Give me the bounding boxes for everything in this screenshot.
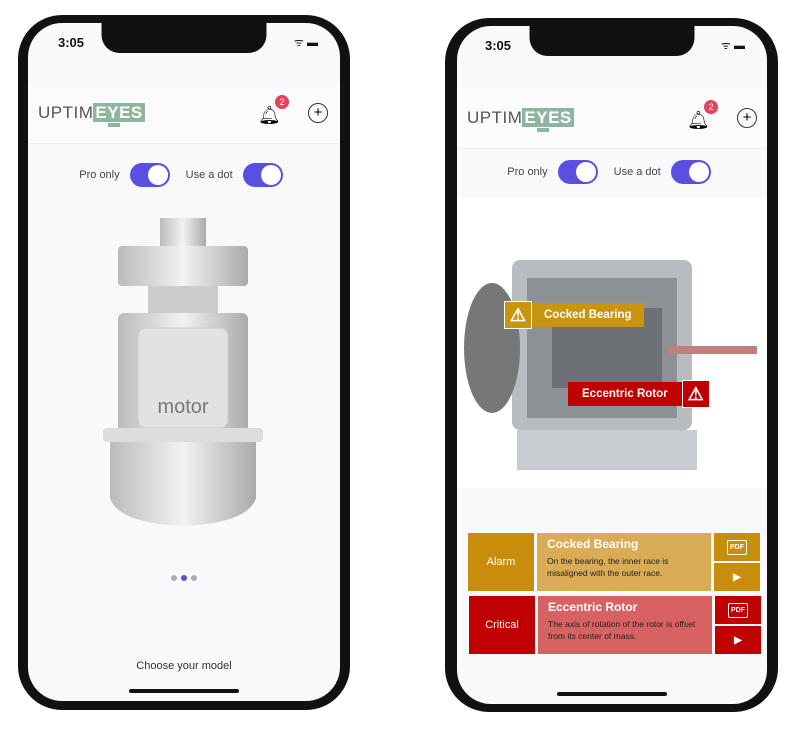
motor-view[interactable]: ⚠ Cocked Bearing Eccentric Rotor ⚠ <box>457 198 767 488</box>
fault-description: Eccentric Rotor The axis of rotation of … <box>538 596 712 654</box>
home-indicator[interactable] <box>557 692 667 696</box>
severity-badge: Critical <box>469 596 535 654</box>
use-dot-toggle[interactable] <box>670 160 711 184</box>
use-dot-label: Use a dot <box>613 166 661 178</box>
add-icon[interactable]: + <box>308 103 328 123</box>
header: UPTIM EYES 🔔︎ 2 + <box>28 83 340 144</box>
notch <box>101 23 267 53</box>
toggle-bar: Pro only Use a dot <box>457 160 767 184</box>
bell-icon[interactable]: 🔔︎ <box>258 105 281 126</box>
fault-title: Eccentric Rotor <box>548 600 638 614</box>
bell-icon[interactable]: 🔔︎ <box>687 110 710 131</box>
notification-badge: 2 <box>704 100 718 114</box>
choose-model-label: Choose your model <box>136 660 232 672</box>
screen: 3:05 ᯤ ▬ UPTIM EYES 🔔︎ 2 + Pro only Use a… <box>28 23 340 701</box>
fault-row[interactable]: Critical Eccentric Rotor The axis of rot… <box>469 596 761 654</box>
video-icon[interactable]: ▶ <box>714 563 760 591</box>
motor-cutaway-image <box>464 260 757 470</box>
fault-title: Cocked Bearing <box>547 537 639 551</box>
notch <box>529 26 695 56</box>
status-icons: ᯤ ▬ <box>720 40 745 52</box>
pro-only-label: Pro only <box>507 166 548 178</box>
video-icon[interactable]: ▶ <box>715 626 761 654</box>
pro-only-toggle[interactable] <box>129 163 170 187</box>
notification-badge: 2 <box>275 95 289 109</box>
fault-row[interactable]: Alarm Cocked Bearing On the bearing, the… <box>468 533 760 591</box>
motor-model-image[interactable]: motor <box>98 218 268 538</box>
add-icon[interactable]: + <box>737 108 757 128</box>
severity-badge: Alarm <box>468 533 534 591</box>
fault-text: On the bearing, the inner race is misali… <box>547 556 669 578</box>
overlay-cocked-bearing[interactable]: ⚠ Cocked Bearing <box>504 301 644 329</box>
overlay-label: Cocked Bearing <box>532 303 644 327</box>
use-dot-toggle[interactable] <box>242 163 283 187</box>
warning-icon: ⚠ <box>681 380 710 408</box>
overlay-eccentric-rotor[interactable]: Eccentric Rotor ⚠ <box>568 380 710 408</box>
status-icons: ᯤ ▬ <box>293 37 318 49</box>
warning-icon: ⚠ <box>504 301 532 329</box>
status-time: 3:05 <box>485 38 512 53</box>
header: UPTIM EYES 🔔︎ 2 + <box>457 88 767 149</box>
logo: UPTIM EYES <box>467 108 574 132</box>
pdf-icon[interactable]: PDF <box>715 596 761 624</box>
home-indicator[interactable] <box>129 689 239 693</box>
status-time: 3:05 <box>58 35 85 50</box>
fault-text: The axis of rotation of the rotor is off… <box>548 619 696 641</box>
use-dot-label: Use a dot <box>185 169 233 181</box>
screen: 3:05 ᯤ ▬ UPTIM EYES 🔔︎ 2 + Pro only Use a… <box>457 26 767 704</box>
phone-left: 3:05 ᯤ ▬ UPTIM EYES 🔔︎ 2 + Pro only Use a… <box>18 15 350 710</box>
pro-only-toggle[interactable] <box>557 160 598 184</box>
pro-only-label: Pro only <box>79 169 120 181</box>
toggle-bar: Pro only Use a dot <box>28 163 340 187</box>
pager-dots[interactable] <box>28 568 340 586</box>
logo: UPTIM EYES <box>38 103 145 127</box>
pdf-icon[interactable]: PDF <box>714 533 760 561</box>
fault-description: Cocked Bearing On the bearing, the inner… <box>537 533 711 591</box>
overlay-label: Eccentric Rotor <box>568 382 682 406</box>
phone-right: 3:05 ᯤ ▬ UPTIM EYES 🔔︎ 2 + Pro only Use a… <box>445 18 778 712</box>
motor-label: motor <box>157 396 208 418</box>
